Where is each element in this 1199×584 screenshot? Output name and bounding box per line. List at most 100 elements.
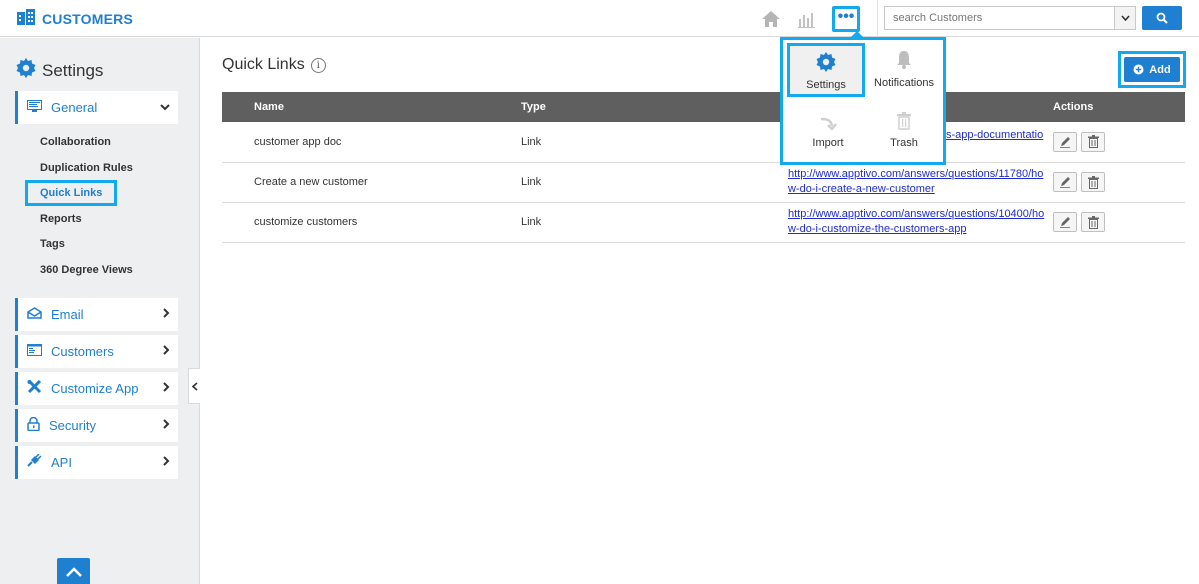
home-icon[interactable] — [758, 7, 784, 31]
row-url-link-line2[interactable]: w-do-i-create-a-new-customer — [788, 182, 1053, 197]
sidebar-item-label: Email — [51, 306, 84, 322]
scroll-to-top-button[interactable] — [57, 558, 90, 584]
row-name: customize customers — [254, 202, 521, 243]
sidebar-item-label: Customize App — [51, 380, 139, 396]
sidebar-item-api[interactable]: API — [15, 445, 178, 479]
add-button[interactable]: Add — [1124, 57, 1180, 82]
plug-icon — [27, 453, 42, 470]
row-name: Create a new customer — [254, 162, 521, 203]
add-button-highlight: Add — [1118, 51, 1186, 88]
table-header-spacer — [222, 92, 254, 122]
row-type: Link — [521, 202, 788, 243]
customers-card-icon — [27, 343, 42, 359]
page-title: Quick Links — [222, 56, 305, 73]
row-actions — [1053, 162, 1185, 203]
row-spacer — [222, 122, 254, 163]
popup-trash-label: Trash — [890, 137, 918, 149]
chevron-right-icon — [163, 381, 170, 395]
reports-chart-icon[interactable] — [794, 7, 820, 31]
gear-icon — [16, 58, 36, 83]
top-toolbar: ••• — [758, 6, 860, 32]
delete-button[interactable] — [1081, 212, 1105, 232]
submenu-collaboration[interactable]: Collaboration — [15, 130, 178, 156]
trash-icon — [1087, 175, 1099, 189]
submenu-reports[interactable]: Reports — [15, 207, 178, 233]
sidebar-item-security[interactable]: Security — [15, 408, 178, 442]
sidebar-item-customers[interactable]: Customers — [15, 334, 178, 368]
submenu-duplication-rules[interactable]: Duplication Rules — [15, 156, 178, 182]
bell-icon — [895, 46, 913, 70]
tools-icon — [27, 379, 42, 397]
import-arrow-icon — [819, 106, 837, 130]
row-actions — [1053, 202, 1185, 243]
table-header-row: Name Type Actions — [222, 92, 1185, 122]
settings-sidebar: Settings General Collaboration Duplicati… — [0, 38, 200, 584]
popup-trash[interactable]: Trash — [869, 106, 939, 149]
sidebar-collapse-toggle[interactable] — [188, 368, 200, 404]
app-title: CUSTOMERS — [42, 10, 133, 27]
trash-icon — [897, 106, 911, 130]
row-url-cell: http://www.apptivo.com/answers/questions… — [788, 162, 1053, 203]
edit-button[interactable] — [1053, 131, 1077, 152]
column-header-name[interactable]: Name — [254, 92, 521, 122]
delete-button[interactable] — [1081, 131, 1105, 152]
row-spacer — [222, 162, 254, 203]
info-icon[interactable]: i — [310, 57, 326, 73]
pencil-icon — [1060, 177, 1070, 188]
row-type: Link — [521, 122, 788, 163]
submenu-quick-links[interactable]: Quick Links — [15, 180, 178, 207]
table-row: customer app doc Link s-app-documentatio — [222, 122, 1185, 163]
trash-icon — [1087, 135, 1099, 149]
delete-button[interactable] — [1081, 172, 1105, 192]
app-brand[interactable]: CUSTOMERS — [16, 9, 133, 28]
submenu-360-degree-views[interactable]: 360 Degree Views — [15, 258, 178, 284]
row-url-cell: http://www.apptivo.com/answers/questions… — [788, 202, 1053, 243]
more-options-popup: Settings Notifications Import Trash — [780, 37, 946, 165]
popup-settings[interactable]: Settings — [787, 43, 865, 97]
sidebar-item-label: Customers — [51, 343, 114, 359]
table-row: customize customers Link http://www.appt… — [222, 202, 1185, 243]
popup-notifications[interactable]: Notifications — [869, 46, 939, 89]
envelope-icon — [27, 306, 42, 322]
sidebar-item-email[interactable]: Email — [15, 297, 178, 331]
search-icon — [1156, 12, 1168, 24]
add-button-label: Add — [1149, 63, 1171, 76]
more-options-button[interactable]: ••• — [832, 6, 860, 32]
building-icon — [16, 9, 36, 28]
plus-circle-icon — [1133, 64, 1144, 75]
submenu-label: Quick Links — [25, 180, 118, 207]
sidebar-item-general[interactable]: General — [15, 91, 178, 124]
sidebar-menu: General Collaboration Duplication Rules … — [15, 91, 178, 483]
gear-icon — [816, 48, 836, 72]
chevron-right-icon — [163, 344, 170, 358]
chevron-left-icon — [191, 381, 198, 391]
search-input[interactable] — [884, 6, 1114, 30]
table-row: Create a new customer Link http://www.ap… — [222, 162, 1185, 203]
row-name: customer app doc — [254, 122, 521, 163]
chevron-right-icon — [163, 418, 170, 432]
column-header-actions: Actions — [1053, 92, 1185, 122]
row-url-link-line1[interactable]: http://www.apptivo.com/answers/questions… — [788, 167, 1053, 182]
quick-links-table: Name Type Actions customer app doc Link … — [222, 92, 1185, 243]
column-header-type[interactable]: Type — [521, 92, 788, 122]
popup-notifications-label: Notifications — [874, 77, 934, 89]
edit-button[interactable] — [1053, 212, 1077, 232]
submenu-tags[interactable]: Tags — [15, 232, 178, 258]
popup-settings-label: Settings — [806, 79, 846, 91]
row-url-link-line1[interactable]: http://www.apptivo.com/answers/questions… — [788, 207, 1053, 222]
popup-import-label: Import — [812, 137, 844, 149]
row-type: Link — [521, 162, 788, 203]
chevron-right-icon — [163, 307, 170, 321]
search-dropdown-button[interactable] — [1114, 6, 1136, 30]
row-url-link-line2[interactable]: w-do-i-customize-the-customers-app — [788, 222, 1053, 237]
sidebar-header: Settings — [16, 58, 103, 83]
monitor-icon — [27, 99, 42, 116]
sidebar-item-label: API — [51, 454, 72, 470]
edit-button[interactable] — [1053, 172, 1077, 192]
sidebar-item-customize-app[interactable]: Customize App — [15, 371, 178, 405]
search-button[interactable] — [1142, 6, 1182, 30]
row-spacer — [222, 202, 254, 243]
sidebar-item-label: Security — [49, 417, 96, 433]
chevron-right-icon — [163, 455, 170, 469]
popup-import[interactable]: Import — [795, 106, 861, 149]
